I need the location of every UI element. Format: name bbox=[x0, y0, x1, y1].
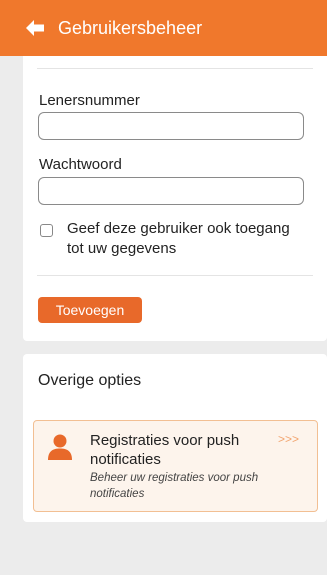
page-title: Gebruikersbeheer bbox=[58, 17, 203, 38]
chevrons-right-icon: >>> bbox=[278, 432, 300, 446]
form-divider bbox=[37, 275, 313, 276]
push-notifications-item[interactable]: Registraties voor push notificaties Behe… bbox=[33, 420, 318, 512]
share-data-label: Geef deze gebruiker ook toegang tot uw g… bbox=[67, 220, 290, 257]
top-divider bbox=[37, 68, 313, 69]
wachtwoord-input[interactable] bbox=[38, 177, 304, 205]
add-button[interactable]: Toevoegen bbox=[38, 297, 142, 323]
lenersnummer-label: Lenersnummer bbox=[39, 92, 140, 109]
add-user-card: Lenersnummer Wachtwoord Geef deze gebrui… bbox=[23, 56, 327, 341]
app-header: Gebruikersbeheer bbox=[0, 0, 327, 56]
push-notifications-subtitle: Beheer uw registraties voor push notific… bbox=[90, 472, 259, 500]
push-notifications-title: Registraties voor push notificaties bbox=[90, 432, 240, 468]
person-icon bbox=[48, 434, 72, 460]
wachtwoord-label: Wachtwoord bbox=[39, 156, 122, 173]
share-data-checkbox[interactable] bbox=[40, 224, 53, 237]
arrow-left-icon[interactable] bbox=[26, 20, 44, 36]
other-options-title: Overige opties bbox=[38, 372, 142, 389]
other-options-card: Overige opties Registraties voor push no… bbox=[23, 354, 327, 522]
lenersnummer-input[interactable] bbox=[38, 112, 304, 140]
